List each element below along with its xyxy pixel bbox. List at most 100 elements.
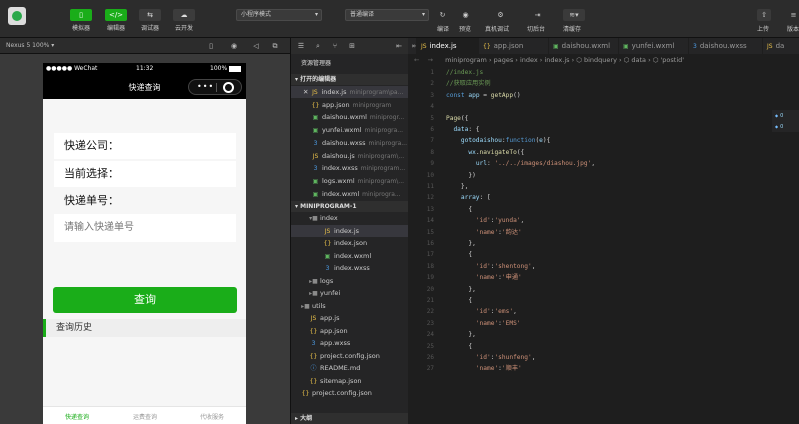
refresh-icon[interactable]: ↻ xyxy=(436,9,449,21)
code-line[interactable]: 'name':'韵达' xyxy=(446,227,522,238)
code-line[interactable]: 'id':'ems', xyxy=(446,306,517,317)
record-icon[interactable]: ◉ xyxy=(229,41,239,51)
code-line[interactable]: Page({ xyxy=(446,113,468,124)
split-icon[interactable]: ⇤ xyxy=(394,41,404,51)
split-icon[interactable]: ⇤ xyxy=(408,38,417,54)
back-icon[interactable]: ← xyxy=(414,56,419,64)
open-editor-item[interactable]: ▣ yunfei.wxml miniprogra... xyxy=(291,124,409,136)
code-line[interactable]: }, xyxy=(446,181,468,192)
file-tree-item[interactable]: JS index.js xyxy=(291,224,409,237)
file-tree-item[interactable]: ▸■ utils xyxy=(291,300,409,312)
file-tree-item[interactable]: ▸■ yunfei xyxy=(291,287,409,299)
version-icon[interactable]: ≡ xyxy=(787,9,799,21)
editor-button[interactable]: </> 编辑器 xyxy=(103,0,129,38)
code-line[interactable]: 'id':'shunfeng', xyxy=(446,352,536,363)
code-line[interactable]: { xyxy=(446,341,472,352)
device-select[interactable]: Nexus 5 100% ▾ xyxy=(6,42,54,49)
cloud-button[interactable]: ☁ 云开发 xyxy=(171,0,197,38)
code-line[interactable]: //获取应用实例 xyxy=(446,78,491,89)
code-line[interactable]: 'name':'申通' xyxy=(446,272,522,283)
query-button[interactable]: 查询 xyxy=(53,287,237,313)
file-tree-item[interactable]: {} project.config.json xyxy=(291,387,409,399)
line-number: 22 xyxy=(426,308,434,316)
code-line[interactable]: //index.js xyxy=(446,67,483,78)
debugger-button[interactable]: ⇆ 调试器 xyxy=(137,0,163,38)
forward-icon[interactable]: → xyxy=(428,56,433,64)
code-line[interactable]: 'id':'yunda', xyxy=(446,215,524,226)
tab-express-query[interactable]: 快递查询 xyxy=(43,412,111,421)
file-tree-item[interactable]: {} project.config.json xyxy=(291,350,409,362)
code-line[interactable]: { xyxy=(446,249,472,260)
code-line[interactable]: 'name':'顺丰' xyxy=(446,363,522,374)
branch-icon[interactable]: ⑂ xyxy=(330,41,340,51)
file-tree-item[interactable]: 3 app.wxss xyxy=(291,337,409,349)
tab-freight-query[interactable]: 运费查询 xyxy=(111,412,179,421)
code-line[interactable]: wx.navigateTo({ xyxy=(446,147,524,158)
file-tree-item[interactable]: {} index.json xyxy=(291,237,409,249)
open-editor-item[interactable]: ▣ logs.wxml miniprogram\... xyxy=(291,175,409,187)
file-tree-item[interactable]: 3 index.wxss xyxy=(291,262,409,274)
code-line[interactable]: url: '../../images/diashou.jpg', xyxy=(446,158,595,169)
compile-select[interactable]: 普通编译 ▾ xyxy=(345,9,429,21)
capsule-menu[interactable]: ••• xyxy=(188,79,242,95)
tab-collection-service[interactable]: 代收服务 xyxy=(178,412,246,421)
editor-tab[interactable]: ▣ yunfei.wxml xyxy=(619,38,689,54)
file-tree-item[interactable]: {} sitemap.json xyxy=(291,375,409,387)
search-icon[interactable]: ⌕ xyxy=(313,41,323,51)
code-line[interactable]: }, xyxy=(446,238,475,249)
code-line[interactable]: { xyxy=(446,295,472,306)
history-link[interactable]: 查询历史 xyxy=(43,319,246,337)
editor-tab[interactable]: {} app.json xyxy=(479,38,549,54)
file-tree-item[interactable]: ⓘ README.md xyxy=(291,362,409,374)
outline-header[interactable]: ▸ 大纲 xyxy=(291,413,409,424)
code-line[interactable]: data: { xyxy=(446,124,479,135)
code-line[interactable]: array: [ xyxy=(446,192,491,203)
code-line[interactable]: }) xyxy=(446,170,475,181)
open-editor-item[interactable]: 3 index.wxss miniprogram... xyxy=(291,162,409,174)
more-icon[interactable]: ••• xyxy=(197,83,214,91)
open-editor-item[interactable]: ▣ daishou.wxml miniprogr... xyxy=(291,111,409,123)
code-line[interactable]: const app = getApp() xyxy=(446,90,521,101)
current-selection-label[interactable]: 当前选择： xyxy=(54,161,236,187)
close-icon[interactable] xyxy=(223,82,234,93)
file-tree-item[interactable]: ▸■ logs xyxy=(291,275,409,287)
js-file-icon: JS xyxy=(312,152,319,160)
layers-icon[interactable]: ≋▾ xyxy=(563,9,585,21)
simulator-button[interactable]: ▯ 模拟器 xyxy=(68,0,94,38)
file-tree-item[interactable]: ▾■ index xyxy=(291,212,409,224)
eye-icon[interactable]: ◉ xyxy=(459,9,472,21)
mode-select[interactable]: 小程序模式 ▾ xyxy=(236,9,322,21)
open-editor-item[interactable]: {} app.json miniprogram xyxy=(291,99,409,111)
file-tree-item[interactable]: ▣ index.wxml xyxy=(291,250,409,262)
open-editor-item[interactable]: JS daishou.js miniprogram\... xyxy=(291,150,409,162)
open-editor-item[interactable]: 3 daishou.wxss miniprogra... xyxy=(291,137,409,149)
close-icon[interactable]: ✕ xyxy=(303,88,308,96)
editor-tab[interactable]: ▣ daishou.wxml xyxy=(549,38,619,54)
file-tree-item[interactable]: JS app.js xyxy=(291,312,409,324)
upload-icon[interactable]: ⇧ xyxy=(757,9,771,21)
code-line[interactable]: gotodaishou:function(e){ xyxy=(446,135,550,146)
gear-icon[interactable]: ⚙ xyxy=(494,9,507,21)
switch-icon[interactable]: ⇥ xyxy=(531,9,544,21)
editor-tab[interactable]: 3 daishou.wxss xyxy=(689,38,763,54)
code-line[interactable]: }, xyxy=(446,284,475,295)
editor-tab[interactable]: JS da xyxy=(763,38,799,54)
code-line[interactable]: { xyxy=(446,204,472,215)
editor-tab[interactable]: JS index.js xyxy=(417,38,479,54)
code-line[interactable]: }, xyxy=(446,329,475,340)
layout-icon[interactable]: ⊞ xyxy=(347,41,357,51)
files-icon[interactable]: ☰ xyxy=(296,41,306,51)
minimap[interactable]: 0 0 xyxy=(772,110,799,132)
phone-icon[interactable]: ▯ xyxy=(206,41,216,51)
code-line[interactable]: 'id':'shentong', xyxy=(446,261,536,272)
tracking-number-input[interactable] xyxy=(54,214,236,242)
volume-icon[interactable]: ◁ xyxy=(251,41,261,51)
code-line[interactable]: 'name':'EMS' xyxy=(446,318,521,329)
open-editor-item[interactable]: ✕ JS index.js miniprogram\pa... xyxy=(291,86,409,99)
file-tree-item[interactable]: {} app.json xyxy=(291,325,409,337)
open-editors-header[interactable]: ▾ 打开的编辑器 xyxy=(291,74,409,85)
avatar[interactable] xyxy=(8,7,26,25)
open-editor-item[interactable]: ▣ index.wxml miniprogra... xyxy=(291,188,409,200)
project-header[interactable]: ▾ MINIPROGRAM-1 xyxy=(291,201,409,212)
new-window-icon[interactable]: ⧉ xyxy=(270,41,280,51)
